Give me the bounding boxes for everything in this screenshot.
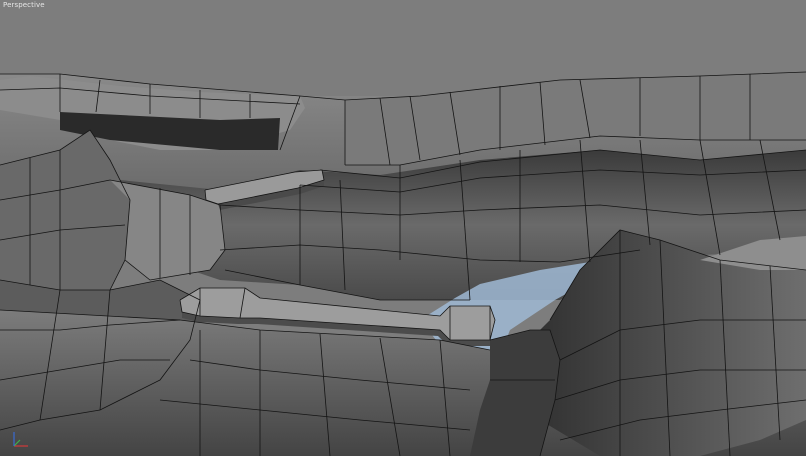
viewport-label[interactable]: Perspective — [3, 1, 45, 9]
y-axis-line — [13, 439, 21, 447]
wireframe-mesh — [0, 0, 806, 456]
perspective-viewport[interactable]: Perspective — [0, 0, 806, 456]
axis-gizmo — [13, 432, 28, 447]
